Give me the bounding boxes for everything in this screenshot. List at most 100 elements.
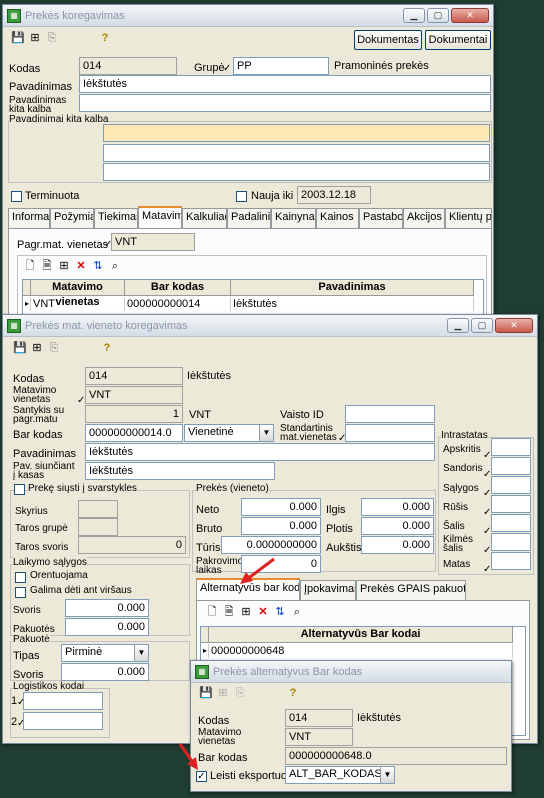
sandoris-field[interactable] [491,457,531,475]
galima-checkbox[interactable] [15,587,26,598]
maximize-button[interactable]: ▢ [471,318,493,333]
svarstykles-checkbox[interactable] [14,484,25,495]
help-icon[interactable]: ? [100,341,114,355]
salygos-field[interactable] [491,476,531,494]
copy-icon[interactable]: ⎘ [233,686,247,700]
kodas-field[interactable]: 014 [285,709,353,727]
tab-pozymiai[interactable]: Požymiai [50,208,94,228]
leisti-select[interactable]: ALT_BAR_KODAS ▼ [285,766,395,784]
barkodas-field[interactable]: 000000000648.0 [285,747,507,765]
new-icon[interactable]: 🗋 [23,259,37,273]
dokumentas-button[interactable]: Dokumentas [354,30,422,50]
pavsiun-field[interactable]: Iėkštutės [85,462,275,480]
taros-svoris-field[interactable]: 0 [78,536,186,554]
pagr-field[interactable]: VNT [111,233,195,251]
minimize-button[interactable]: ▁ [447,318,469,333]
maximize-button[interactable]: ▢ [427,8,449,23]
hierarchy-icon[interactable]: ⊞ [28,31,42,45]
svoris2-field[interactable]: 0.000 [61,663,149,681]
lang-field-3[interactable] [103,163,490,181]
grid-cell-alt[interactable]: 000000000648 [209,644,513,658]
kodas-field[interactable]: 014 [79,57,177,75]
neto-field[interactable]: 0.000 [241,498,321,516]
matas-field[interactable] [491,552,531,570]
save-icon[interactable]: 💾 [11,31,25,45]
delete-icon[interactable]: ✕ [74,259,88,273]
tab-kalkuliacija[interactable]: Kalkuliac [182,208,227,228]
terminuota-checkbox[interactable] [11,191,22,202]
save-icon[interactable]: 💾 [199,686,213,700]
turis-field[interactable]: 0.0000000000 [221,536,321,554]
edit-icon[interactable]: 🗎 [40,259,54,273]
chevron-down-icon[interactable]: ▼ [380,767,394,783]
tipas-select[interactable]: Pirminė ▼ [61,644,149,662]
tab-klientu[interactable]: Klientų pr [445,208,492,228]
tab-akcijos[interactable]: Akcijos [403,208,445,228]
lang-field-1[interactable] [103,124,490,142]
tab-padaliniai[interactable]: Padalinia [227,208,271,228]
grid-header-barkodas[interactable]: Bar kodas [125,280,231,296]
tab-tiekimas[interactable]: Tiekimas [94,208,138,228]
close-button[interactable]: ✕ [451,8,489,23]
std-field[interactable] [345,424,435,442]
chevron-down-icon[interactable]: ▼ [134,645,148,661]
lang-field-2[interactable] [103,144,490,162]
skyrius-field[interactable] [78,500,118,518]
title-bar[interactable]: ▦ Prekės koregavimas ▁ ▢ ✕ [3,5,493,27]
grid-cell-matv[interactable]: VNT [31,297,125,311]
barkodas-type-select[interactable]: Vienetinė ▼ [184,424,274,442]
svoris-field[interactable]: 0.000 [65,599,149,617]
salis-field[interactable] [491,514,531,532]
pavadinimas-field[interactable]: Iėkštutės [79,75,491,93]
title-bar[interactable]: ▦ Prekės mat. vieneto koregavimas ▁ ▢ ✕ [3,315,537,337]
title-bar[interactable]: ▦ Prekės alternatyvus Bar kodas [191,661,511,683]
matv-field[interactable]: VNT [85,386,183,404]
save-icon[interactable]: 💾 [13,341,27,355]
find-icon[interactable]: ⌕ [108,259,122,273]
orentuojama-checkbox[interactable] [15,572,26,583]
tab-ipokavimai[interactable]: Įpokavimai [300,580,356,600]
log-1-field[interactable] [23,692,103,710]
rusis-field[interactable] [491,495,531,513]
vaisto-field[interactable] [345,405,435,423]
grid-cell-pavadinimas[interactable]: Iėkštutės [231,297,474,311]
pavadinimas-field[interactable]: Iėkštutės [85,443,435,461]
sort-icon[interactable]: ⇅ [273,605,287,619]
hierarchy-icon[interactable]: ⊞ [239,605,253,619]
kodas-field[interactable]: 014 [85,367,183,385]
matv-field[interactable]: VNT [285,728,353,746]
grupe-field[interactable]: PP [233,57,329,75]
leisti-checkbox[interactable]: ✓ [196,771,207,782]
grid-header-pavadinimas[interactable]: Pavadinimas [231,280,474,296]
grid-header-matv[interactable]: Matavimo vienetas [31,280,125,308]
tab-kainynas[interactable]: Kainynas [271,208,316,228]
sant-field[interactable]: 1 [85,405,183,423]
help-icon[interactable]: ? [286,686,300,700]
minimize-button[interactable]: ▁ [403,8,425,23]
close-button[interactable]: ✕ [495,318,533,333]
bruto-field[interactable]: 0.000 [241,517,321,535]
find-icon[interactable]: ⌕ [290,605,304,619]
copy-icon[interactable]: ⎘ [47,341,61,355]
nauja-iki-checkbox[interactable] [236,191,247,202]
tab-kainos[interactable]: Kainos [316,208,359,228]
copy-icon[interactable]: ⎘ [45,31,59,45]
barkodas-field[interactable]: 000000000014.0 [85,424,183,442]
dokumentai-button[interactable]: Dokumentai [425,30,491,50]
nauja-iki-field[interactable]: 2003.12.18 [297,186,371,204]
hierarchy-icon[interactable]: ⊞ [30,341,44,355]
hierarchy-icon[interactable]: ⊞ [57,259,71,273]
hierarchy-icon[interactable]: ⊞ [216,686,230,700]
ilgis-field[interactable]: 0.000 [361,498,434,516]
tab-matavimas[interactable]: Matavima [138,206,182,228]
edit-icon[interactable]: 🗎 [222,605,236,619]
plotis-field[interactable]: 0.000 [361,517,434,535]
apskritis-field[interactable] [491,438,531,456]
pakuotes-field[interactable]: 0.000 [65,618,149,636]
log-2-field[interactable] [23,712,103,730]
taros-grupe-field[interactable] [78,518,118,536]
new-icon[interactable]: 🗋 [205,605,219,619]
tab-gpais[interactable]: Prekės GPAIS pakuotės [356,580,466,600]
grid-cell-barkodas[interactable]: 000000000014 [125,297,231,311]
pav-kita-field[interactable] [79,94,491,112]
